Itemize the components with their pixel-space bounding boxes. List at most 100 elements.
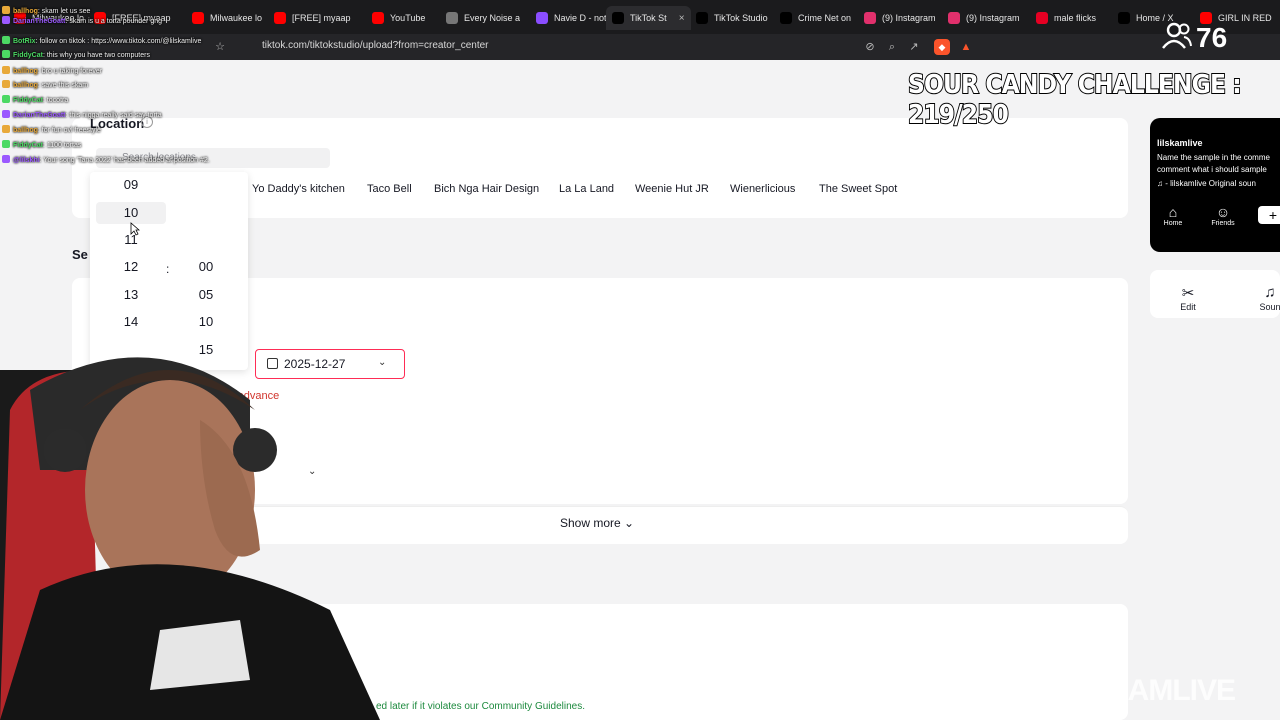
bookmark-icon[interactable]: ☆ xyxy=(212,39,228,55)
brave-rewards-icon[interactable]: ▲ xyxy=(958,39,974,55)
instagram-icon xyxy=(864,12,876,24)
guidelines-prefix: ed later if it violates our xyxy=(376,701,482,712)
chat-username: BotRix xyxy=(13,38,36,45)
chat-text: : save this skam xyxy=(37,82,89,89)
mouse-cursor-icon xyxy=(130,222,140,236)
genius-icon xyxy=(536,12,548,24)
sound-tool-button[interactable]: ♫ Soun xyxy=(1240,284,1280,312)
chat-username: @lilskhi xyxy=(13,157,40,164)
chat-badge-icon xyxy=(2,110,10,118)
viewer-counter: 76 xyxy=(1162,18,1227,58)
location-chip[interactable]: Bich Nga Hair Design xyxy=(434,183,539,195)
location-chip[interactable]: Yo Daddy's kitchen xyxy=(252,183,345,195)
chat-text: : skam let us see xyxy=(37,8,91,15)
chat-username: ballhog xyxy=(13,127,38,134)
minute-option[interactable]: 00 xyxy=(171,259,241,274)
noise-icon xyxy=(446,12,458,24)
guidelines-notice: ed later if it violates our Community Gu… xyxy=(376,701,585,712)
settings-section-label: Se xyxy=(72,247,88,262)
location-chip[interactable]: Weenie Hut JR xyxy=(635,183,709,195)
stream-watermark: SKAMLIVE xyxy=(1088,674,1236,707)
tiktok-icon xyxy=(612,12,624,24)
close-icon[interactable]: × xyxy=(679,13,685,24)
chat-badge-icon xyxy=(2,16,10,24)
chat-badge-icon xyxy=(2,80,10,88)
chat-message: ballhog: skam let us see xyxy=(2,6,90,15)
chat-message: @lilskhi: Your song 'Tana 2022' has been… xyxy=(2,155,210,164)
chat-username: FiddyCat xyxy=(13,97,43,104)
browser-tab[interactable]: (9) Instagram xyxy=(942,6,1026,30)
chat-message: FiddyCat: this why you have two computer… xyxy=(2,50,150,59)
location-chip[interactable]: Wienerlicious xyxy=(730,183,795,195)
chat-badge-icon xyxy=(2,155,10,163)
browser-tab[interactable]: Crime Net on xyxy=(774,6,857,30)
chat-username: FiddyCat xyxy=(13,52,43,59)
browser-tab[interactable]: Milwaukee lo xyxy=(186,6,268,30)
tab-label: (9) Instagram xyxy=(966,13,1020,23)
browser-tab[interactable]: (9) Instagram xyxy=(858,6,942,30)
sound-label: Soun xyxy=(1259,302,1280,312)
share-icon[interactable]: ↗ xyxy=(906,39,922,55)
chat-message: ballhog: save this skam xyxy=(2,80,88,89)
location-chip[interactable]: La La Land xyxy=(559,183,614,195)
chat-text: : tocotra xyxy=(42,97,69,104)
location-chip[interactable]: Taco Bell xyxy=(367,183,412,195)
chevron-down-icon: ⌄ xyxy=(624,516,635,530)
x-icon xyxy=(780,12,792,24)
chat-username: FiddyCat xyxy=(13,142,43,149)
chat-badge-icon xyxy=(2,95,10,103)
no-translate-icon[interactable]: ⊘ xyxy=(862,39,878,55)
scissors-icon: ✂ xyxy=(1181,285,1195,302)
browser-tab[interactable]: Navie D - noth xyxy=(530,6,618,30)
preview-nav-friends: ☺ Friends xyxy=(1206,204,1240,227)
hour-option[interactable]: 12 xyxy=(96,259,166,274)
instagram-icon xyxy=(948,12,960,24)
hour-option[interactable]: 10 xyxy=(96,202,166,224)
preview-description: Name the sample in the comme comment wha… xyxy=(1157,153,1270,174)
youtube-icon xyxy=(274,12,286,24)
browser-tab[interactable]: male flicks xyxy=(1030,6,1102,30)
tab-label: male flicks xyxy=(1054,13,1097,23)
tab-label: Milwaukee lo xyxy=(210,13,263,23)
time-separator: : xyxy=(166,262,170,276)
tab-label: (9) Instagram xyxy=(882,13,936,23)
show-more-button[interactable]: Show more ⌄ xyxy=(560,516,634,530)
browser-tab[interactable]: [FREE] myaap xyxy=(268,6,357,30)
viewer-count: 76 xyxy=(1196,22,1228,53)
preview-username: lilskamlive xyxy=(1157,138,1203,148)
browser-tab[interactable]: TikTok Studio xyxy=(690,6,774,30)
tab-label: YouTube xyxy=(390,13,426,23)
minute-option[interactable]: 05 xyxy=(171,287,241,302)
chat-username: ballhog xyxy=(13,68,38,75)
location-chip[interactable]: The Sweet Spot xyxy=(819,183,897,195)
tab-label: Crime Net on xyxy=(798,13,852,23)
edit-tool-button[interactable]: ✂ Edit xyxy=(1158,284,1218,312)
chat-text: : Your song 'Tana 2022' has been added a… xyxy=(39,157,210,164)
browser-tab[interactable]: YouTube xyxy=(366,6,431,30)
hour-option[interactable]: 14 xyxy=(96,314,166,329)
chat-username: ballhog xyxy=(13,8,38,15)
chat-badge-icon xyxy=(2,6,10,14)
browser-tab[interactable]: TikTok St × xyxy=(606,6,691,30)
zoom-icon[interactable]: ⌕ xyxy=(884,39,900,55)
hour-option[interactable]: 09 xyxy=(96,177,166,192)
minute-option[interactable]: 10 xyxy=(171,314,241,329)
show-more-label: Show more xyxy=(560,516,621,530)
chat-message: FiddyCat: tocotra xyxy=(2,95,68,104)
url-field[interactable]: tiktok.com/tiktokstudio/upload?from=crea… xyxy=(262,40,489,51)
challenge-banner: SOUR CANDY CHALLENGE : 219/250 xyxy=(907,69,1242,131)
chat-text: : this why you have two computers xyxy=(42,52,150,59)
friends-label: Friends xyxy=(1211,220,1235,227)
chat-badge-icon xyxy=(2,140,10,148)
browser-tab[interactable]: Every Noise a xyxy=(440,6,526,30)
viewers-icon xyxy=(1162,21,1192,56)
community-guidelines-link[interactable]: Community Guidelines xyxy=(482,701,583,712)
hour-option[interactable]: 13 xyxy=(96,287,166,302)
youtube-icon xyxy=(372,12,384,24)
chat-message: DarianTheGoatt: skam is u a torta pounde… xyxy=(2,16,162,25)
chat-badge-icon xyxy=(2,36,10,44)
brave-shields-icon[interactable]: ◆ xyxy=(934,39,950,55)
chat-text: : bro u taking forever xyxy=(37,68,103,75)
home-label: Home xyxy=(1163,220,1183,227)
youtube-icon xyxy=(192,12,204,24)
